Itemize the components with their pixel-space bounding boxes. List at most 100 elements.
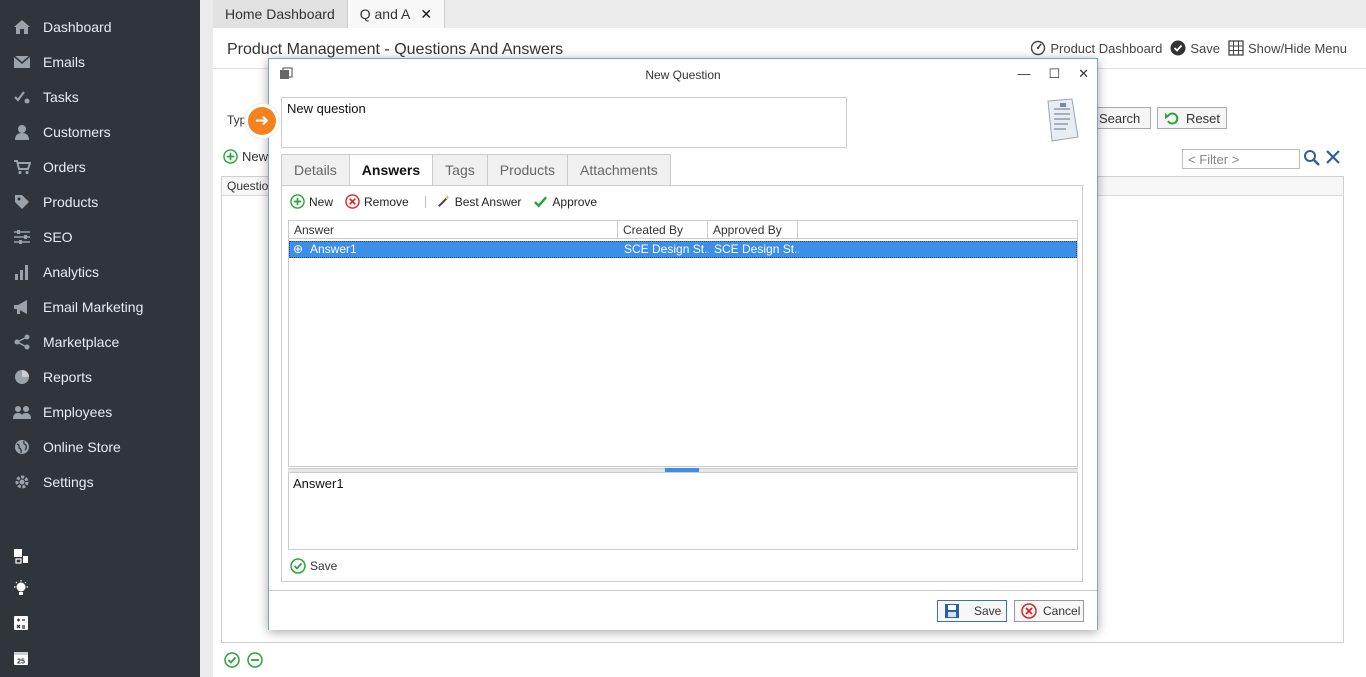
magic-wand-icon [437, 194, 450, 207]
page-save-button[interactable]: Save [1170, 40, 1220, 56]
approve-check-icon[interactable] [224, 652, 240, 668]
dialog-footer: Save Cancel [269, 590, 1097, 630]
bar-chart-icon [12, 262, 32, 282]
page-actions: Product Dashboard Save Show/Hide Menu [1030, 40, 1347, 56]
arrow-right-button[interactable]: ➜ [245, 104, 279, 138]
answers-grid: Answer Created By Approved By ⊕ Answer1 … [288, 220, 1078, 467]
tab-home-dashboard[interactable]: Home Dashboard [213, 0, 348, 28]
clear-filter-icon[interactable] [1325, 149, 1341, 165]
home-icon [12, 17, 32, 37]
sidebar-item-orders[interactable]: Orders [0, 149, 200, 184]
dialog-cancel-label: Cancel [1043, 604, 1081, 618]
sidebar-item-employees[interactable]: Employees [0, 394, 200, 429]
filter-input[interactable]: < Filter > [1182, 149, 1300, 169]
maximize-icon[interactable]: ☐ [1048, 66, 1060, 82]
tab-products[interactable]: Products [487, 154, 568, 186]
tab-details[interactable]: Details [281, 154, 350, 186]
tab-answers[interactable]: Answers [349, 154, 434, 186]
plus-circle-icon [290, 194, 305, 209]
tab-label: Answers [361, 162, 421, 178]
sidebar-item-products[interactable]: Products [0, 184, 200, 219]
answer-save-button[interactable]: Save [290, 558, 337, 574]
plus-circle-icon [223, 149, 238, 164]
type-label: Typ [227, 113, 247, 127]
column-header-answer[interactable]: Answer [289, 221, 618, 239]
answers-panel: New Remove Best Answer Approve Answer Cr… [281, 185, 1083, 582]
undo-icon [1165, 112, 1179, 125]
sidebar-item-marketplace[interactable]: Marketplace [0, 324, 200, 359]
new-question-button[interactable]: New [223, 149, 268, 164]
page-title: Product Management - Questions And Answe… [227, 41, 564, 58]
tab-label: Products [499, 162, 555, 178]
tab-label: Details [294, 162, 337, 178]
approved-by-cell: SCE Design St... [714, 242, 799, 256]
sidebar-item-dashboard[interactable]: Dashboard [0, 9, 200, 44]
new-question-dialog: New Question — ☐ ✕ New question ➜ Detail… [245, 58, 1098, 630]
window-controls: — ☐ ✕ [1017, 66, 1089, 82]
share-icon [12, 332, 32, 352]
close-icon[interactable]: ✕ [1078, 66, 1089, 82]
close-icon[interactable]: ✕ [420, 6, 432, 23]
sidebar-item-customers[interactable]: Customers [0, 114, 200, 149]
sidebar: Dashboard Emails Tasks Customers Orders … [0, 0, 200, 677]
calculator-icon[interactable] [11, 613, 31, 633]
calendar-icon[interactable]: 25 [11, 648, 31, 668]
gear-icon [12, 472, 32, 492]
sidebar-item-email-marketing[interactable]: Email Marketing [0, 289, 200, 324]
page-save-label: Save [1190, 40, 1220, 56]
lightbulb-icon[interactable] [11, 579, 31, 599]
minus-circle-icon[interactable] [247, 652, 263, 668]
tab-label: Attachments [579, 162, 658, 178]
sidebar-item-emails[interactable]: Emails [0, 44, 200, 79]
dialog-tabs: Details Answers Tags Products Attachment… [281, 154, 671, 186]
sidebar-item-online-store[interactable]: Online Store [0, 429, 200, 464]
sidebar-item-seo[interactable]: SEO [0, 219, 200, 254]
tab-label: Home Dashboard [225, 6, 335, 22]
filter-actions [1303, 149, 1341, 167]
windows-icon[interactable] [11, 546, 31, 566]
product-dashboard-button[interactable]: Product Dashboard [1030, 40, 1162, 56]
new-answer-button[interactable]: New [290, 194, 333, 209]
sidebar-item-label: Analytics [43, 263, 100, 280]
sidebar-item-label: Reports [43, 368, 93, 385]
sidebar-item-reports[interactable]: Reports [0, 359, 200, 394]
column-header-approved-by[interactable]: Approved By [708, 221, 798, 239]
sidebar-item-analytics[interactable]: Analytics [0, 254, 200, 289]
checkmark-icon [534, 196, 548, 208]
sidebar-item-label: SEO [43, 228, 73, 245]
search-label: Search [1099, 110, 1141, 126]
globe-icon [12, 437, 32, 457]
user-icon [12, 122, 32, 142]
dialog-save-button[interactable]: Save [937, 600, 1007, 622]
minimize-icon[interactable]: — [1017, 66, 1030, 82]
table-row[interactable]: ⊕ Answer1 SCE Design St... SCE Design St… [289, 241, 1077, 258]
grid-footer-actions [224, 652, 263, 668]
search-button[interactable]: Search [1090, 107, 1151, 129]
remove-answer-button[interactable]: Remove [345, 194, 409, 209]
sidebar-item-label: Emails [43, 53, 86, 70]
tab-bar: Home Dashboard Q and A ✕ [213, 0, 446, 28]
tab-q-and-a[interactable]: Q and A ✕ [347, 0, 446, 28]
floppy-disk-icon [945, 604, 959, 618]
answer-text-input[interactable]: Answer1 [288, 472, 1078, 550]
dialog-titlebar[interactable]: New Question — ☐ ✕ [269, 59, 1097, 90]
show-hide-menu-button[interactable]: Show/Hide Menu [1228, 40, 1347, 56]
sidebar-item-settings[interactable]: Settings [0, 464, 200, 499]
cart-icon [12, 157, 32, 177]
best-answer-button[interactable]: Best Answer [436, 194, 521, 209]
tab-attachments[interactable]: Attachments [567, 154, 671, 186]
dialog-cancel-button[interactable]: Cancel [1014, 600, 1084, 622]
sidebar-item-label: Marketplace [43, 333, 120, 350]
question-text-input[interactable]: New question [281, 97, 847, 148]
tab-label: Tags [445, 162, 475, 178]
sidebar-item-tasks[interactable]: Tasks [0, 79, 200, 114]
show-hide-menu-label: Show/Hide Menu [1248, 40, 1347, 56]
envelope-icon [12, 52, 32, 72]
approve-button[interactable]: Approve [533, 194, 597, 209]
tab-tags[interactable]: Tags [433, 154, 488, 186]
created-by-cell: SCE Design St... [624, 242, 709, 256]
column-header-created-by[interactable]: Created By [618, 221, 708, 239]
tasks-icon [12, 87, 32, 107]
reset-button[interactable]: Reset [1157, 107, 1227, 129]
search-icon[interactable] [1303, 149, 1321, 167]
